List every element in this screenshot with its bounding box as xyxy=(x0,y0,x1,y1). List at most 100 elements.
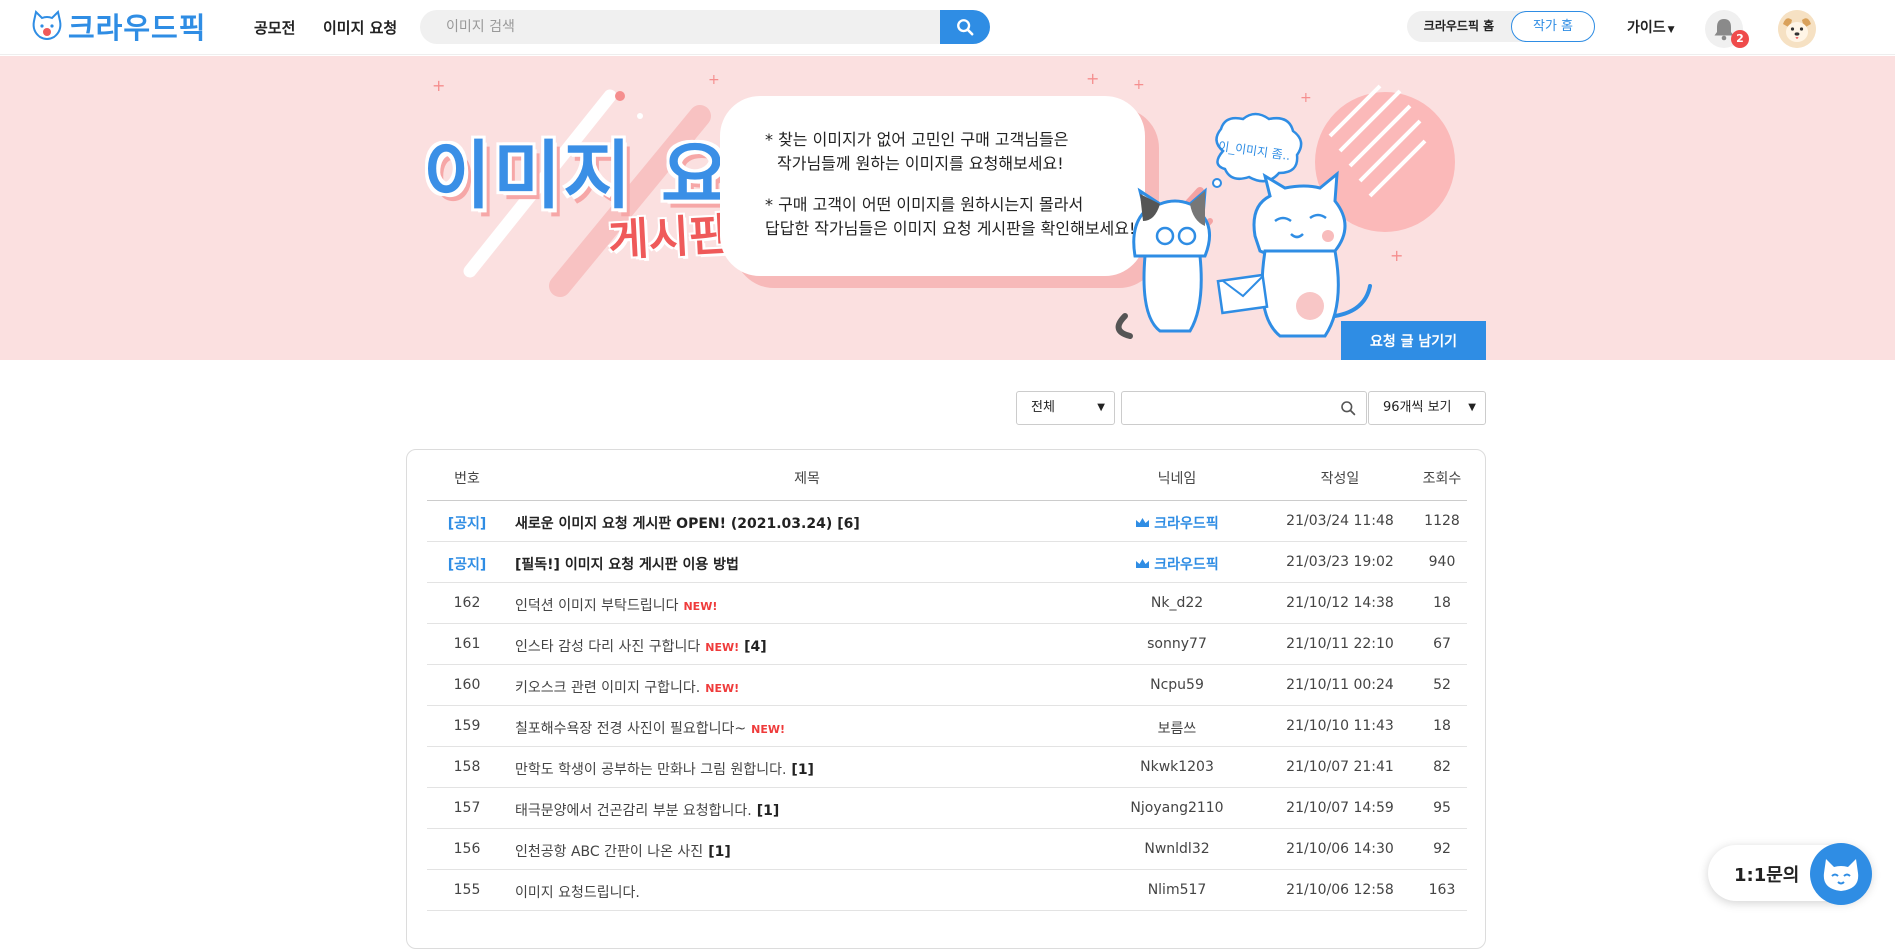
row-title[interactable]: 인스타 감성 다리 사진 구합니다 xyxy=(515,639,700,655)
row-date: 21/10/12 14:38 xyxy=(1286,595,1394,611)
row-title[interactable]: 이미지 요청드립니다. xyxy=(515,885,640,901)
search-bar xyxy=(420,10,990,44)
new-badge: NEW! xyxy=(683,600,718,613)
table-row[interactable]: 159 칠포해수욕장 전경 사진이 필요합니다~ NEW! 보름쓰 21/10/10 1… xyxy=(427,706,1467,747)
row-date: 21/10/11 22:10 xyxy=(1286,636,1394,652)
row-number: 155 xyxy=(453,882,481,898)
row-nickname-cell: Nk_d22 xyxy=(1107,595,1247,611)
table-row[interactable]: 160 키오스크 관련 이미지 구합니다. NEW! Ncpu59 21/10/11 0… xyxy=(427,665,1467,706)
board-search-input[interactable] xyxy=(1121,391,1367,425)
search-button[interactable] xyxy=(940,10,990,44)
row-title-cell[interactable]: 인천공항 ABC 간판이 나온 사진 [1] xyxy=(515,841,731,861)
row-title[interactable]: 키오스크 관련 이미지 구합니다. xyxy=(515,680,700,696)
guide-label: 가이드 xyxy=(1627,20,1666,36)
notice-row[interactable]: [공지] 새로운 이미지 요청 게시판 OPEN! (2021.03.24) [6]… xyxy=(427,501,1467,542)
row-title-cell[interactable]: 칠포해수욕장 전경 사진이 필요합니다~ NEW! xyxy=(515,718,785,738)
table-row[interactable]: 158 만학도 학생이 공부하는 만화나 그림 원합니다. [1] Nkwk1203 2… xyxy=(427,747,1467,788)
row-date: 21/10/06 12:58 xyxy=(1286,882,1394,898)
chat-cat-icon xyxy=(1810,843,1872,905)
row-nickname-cell: 보름쓰 xyxy=(1107,718,1247,738)
notification-badge: 2 xyxy=(1731,30,1749,48)
comment-count: [4] xyxy=(744,639,767,655)
write-request-button[interactable]: 요청 글 남기기 xyxy=(1341,321,1486,360)
inquiry-label: 1:1문의 xyxy=(1734,865,1800,886)
cat-logo-icon xyxy=(32,10,62,40)
avatar[interactable] xyxy=(1778,10,1816,48)
row-title[interactable]: 인덕션 이미지 부탁드립니다 xyxy=(515,598,678,614)
row-views: 18 xyxy=(1433,595,1451,611)
row-number: 159 xyxy=(453,718,481,734)
chevron-down-icon: ▼ xyxy=(1667,25,1675,35)
one-to-one-inquiry-button[interactable]: 1:1문의 xyxy=(1708,843,1872,905)
row-nickname-cell: sonny77 xyxy=(1107,636,1247,652)
search-input[interactable] xyxy=(420,10,940,44)
notice-row[interactable]: [공지] [필독!] 이미지 요청 게시판 이용 방법 크라우드픽 21/03/23 … xyxy=(427,542,1467,583)
row-date: 21/03/23 19:02 xyxy=(1286,554,1394,570)
row-title-cell[interactable]: 인스타 감성 다리 사진 구합니다 NEW! [4] xyxy=(515,636,767,656)
svg-text:+: + xyxy=(708,72,720,88)
row-title-cell[interactable]: 인덕션 이미지 부탁드립니다 NEW! xyxy=(515,595,717,615)
nav-image-request[interactable]: 이미지 요청 xyxy=(323,17,397,38)
row-title-cell[interactable]: 태극문양에서 건곤감리 부분 요청합니다. [1] xyxy=(515,800,779,820)
logo-text: 크라우드픽 xyxy=(68,11,207,45)
row-nickname: 보름쓰 xyxy=(1157,721,1197,737)
row-title[interactable]: 칠포해수욕장 전경 사진이 필요합니다~ xyxy=(515,721,746,737)
category-select[interactable]: 전체 ▼ xyxy=(1016,391,1115,425)
row-title[interactable]: 만학도 학생이 공부하는 만화나 그림 원합니다. xyxy=(515,762,786,778)
new-badge: NEW! xyxy=(705,682,740,695)
cats-illustration xyxy=(1115,170,1372,339)
row-nickname: 크라우드픽 xyxy=(1154,516,1219,532)
row-views: 92 xyxy=(1433,841,1451,857)
new-badge: NEW! xyxy=(751,723,786,736)
logo[interactable]: 크라우드픽 xyxy=(30,8,207,45)
description-line-2: 작가님들께 원하는 이미지를 요청해보세요! xyxy=(777,154,1064,173)
page-size-select-value: 96개씩 보기 xyxy=(1383,400,1452,415)
header-title: 제목 xyxy=(794,471,820,487)
description-card xyxy=(720,96,1145,276)
row-date: 21/10/11 00:24 xyxy=(1286,677,1394,693)
comment-count: [1] xyxy=(708,844,731,860)
row-nickname: Ncpu59 xyxy=(1150,677,1204,693)
hero-banner: + + + + + + 이미지 요청 게시판! * 찾는 이미지가 없어 고민인… xyxy=(0,56,1895,360)
row-nickname-cell: Nkwk1203 xyxy=(1107,759,1247,775)
row-views: 67 xyxy=(1433,636,1451,652)
row-title[interactable]: 인천공항 ABC 간판이 나온 사진 xyxy=(515,844,703,860)
svg-text:+: + xyxy=(432,76,445,95)
row-title[interactable]: [필독!] 이미지 요청 게시판 이용 방법 xyxy=(515,557,739,573)
artist-home-tab[interactable]: 작가 홈 xyxy=(1511,11,1595,42)
row-title[interactable]: 태극문양에서 건곤감리 부분 요청합니다. xyxy=(515,803,752,819)
description-line-1: * 찾는 이미지가 없어 고민인 구매 고객님들은 xyxy=(765,130,1069,149)
row-nickname: sonny77 xyxy=(1147,636,1207,652)
crown-icon xyxy=(1136,559,1150,568)
table-row[interactable]: 162 인덕션 이미지 부탁드립니다 NEW! Nk_d22 21/10/12 14:3… xyxy=(427,583,1467,624)
search-icon[interactable] xyxy=(1340,400,1356,416)
table-row[interactable]: 157 태극문양에서 건곤감리 부분 요청합니다. [1] Njoyang2110 21… xyxy=(427,788,1467,829)
comment-count: [1] xyxy=(791,762,814,778)
page-size-select[interactable]: 96개씩 보기 ▼ xyxy=(1368,391,1486,425)
cat-face-icon xyxy=(1823,859,1859,891)
row-nickname-cell: Njoyang2110 xyxy=(1107,800,1247,816)
row-views: 82 xyxy=(1433,759,1451,775)
header-number: 번호 xyxy=(454,471,480,487)
nav-contest[interactable]: 공모전 xyxy=(254,17,295,38)
row-date: 21/10/07 21:41 xyxy=(1286,759,1394,775)
table-row[interactable]: 161 인스타 감성 다리 사진 구합니다 NEW! [4] sonny77 21/10/… xyxy=(427,624,1467,665)
row-title-cell[interactable]: [필독!] 이미지 요청 게시판 이용 방법 xyxy=(515,554,739,574)
row-title-cell[interactable]: 이미지 요청드립니다. xyxy=(515,882,640,902)
header-date: 작성일 xyxy=(1320,471,1360,487)
chevron-down-icon: ▼ xyxy=(1468,402,1476,413)
header-views: 조회수 xyxy=(1422,471,1462,487)
row-title-cell[interactable]: 새로운 이미지 요청 게시판 OPEN! (2021.03.24) [6] xyxy=(515,513,860,533)
row-title-cell[interactable]: 만학도 학생이 공부하는 만화나 그림 원합니다. [1] xyxy=(515,759,814,779)
table-row[interactable]: 156 인천공항 ABC 간판이 나온 사진 [1] Nwnldl32 21/10/06… xyxy=(427,829,1467,870)
category-select-value: 전체 xyxy=(1031,400,1055,415)
row-nickname: Nkwk1203 xyxy=(1140,759,1214,775)
row-views: 95 xyxy=(1433,800,1451,816)
row-views: 18 xyxy=(1433,718,1451,734)
crown-icon xyxy=(1136,518,1150,527)
row-title-cell[interactable]: 키오스크 관련 이미지 구합니다. NEW! xyxy=(515,677,739,697)
crowdpic-home-tab[interactable]: 크라우드픽 홈 xyxy=(1407,11,1511,42)
table-row[interactable]: 155 이미지 요청드립니다. Nlim517 21/10/06 12:58 163 xyxy=(427,870,1467,911)
row-title[interactable]: 새로운 이미지 요청 게시판 OPEN! (2021.03.24) xyxy=(515,516,832,532)
guide-menu[interactable]: 가이드 ▼ xyxy=(1627,17,1675,37)
